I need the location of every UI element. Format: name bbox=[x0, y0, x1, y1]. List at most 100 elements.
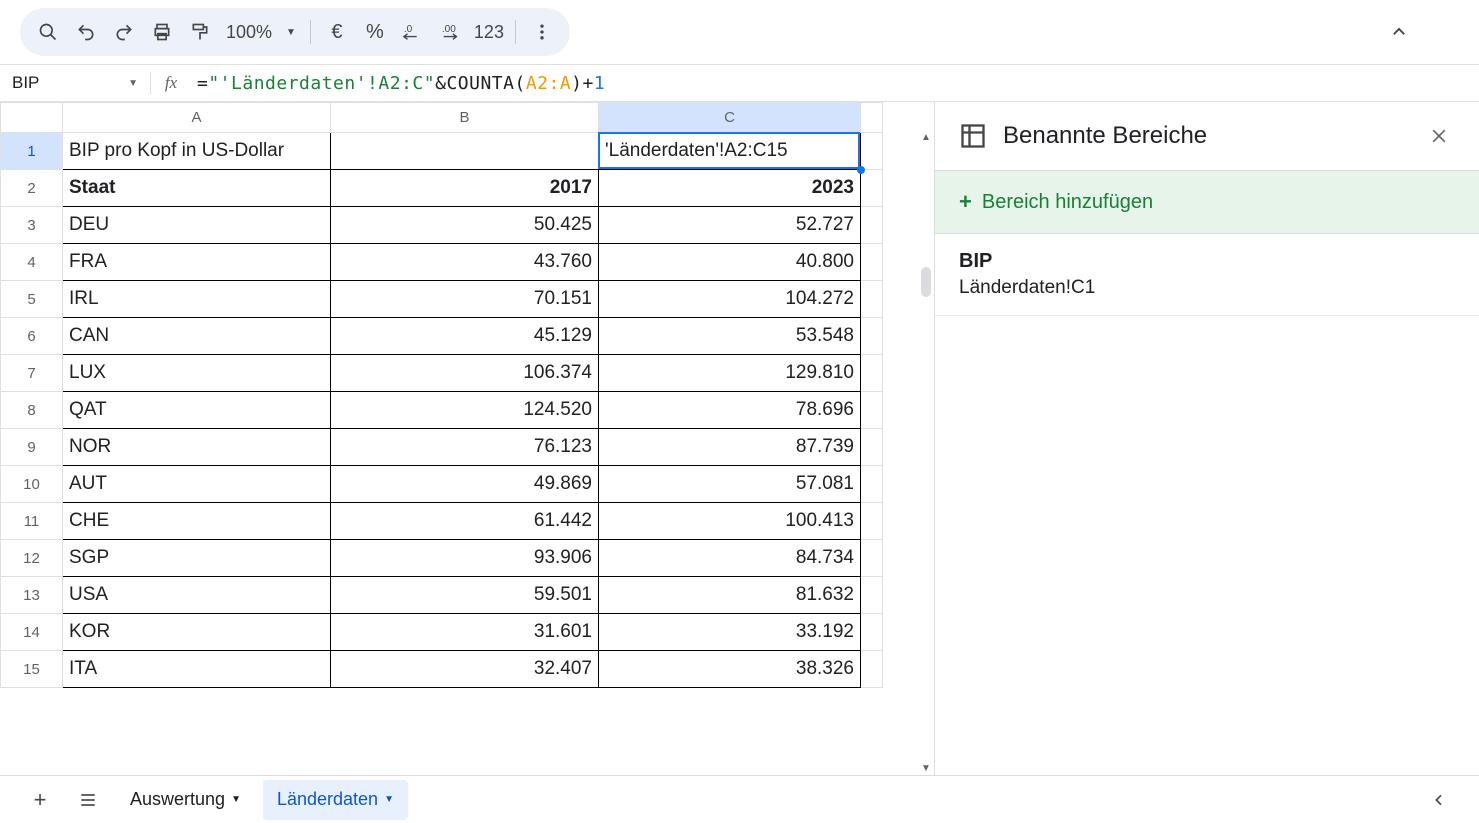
column-header-d[interactable] bbox=[861, 103, 883, 133]
number-format-button[interactable]: 123 bbox=[471, 14, 507, 50]
add-range-button[interactable]: + Bereich hinzufügen bbox=[935, 170, 1479, 234]
row-header[interactable]: 14 bbox=[1, 614, 63, 651]
column-header-c[interactable]: C bbox=[599, 103, 861, 133]
redo-icon[interactable] bbox=[106, 14, 142, 50]
cell[interactable] bbox=[861, 207, 883, 244]
search-icon[interactable] bbox=[30, 14, 66, 50]
row-header[interactable]: 7 bbox=[1, 355, 63, 392]
cell[interactable]: FRA bbox=[63, 244, 331, 281]
decrease-decimal-icon[interactable]: .0 bbox=[395, 14, 431, 50]
cell[interactable]: 70.151 bbox=[331, 281, 599, 318]
scroll-up-icon[interactable]: ▲ bbox=[921, 132, 931, 143]
row-header[interactable]: 4 bbox=[1, 244, 63, 281]
cell[interactable] bbox=[861, 503, 883, 540]
collapse-toolbar-icon[interactable] bbox=[1379, 12, 1419, 52]
scrollbar-thumb[interactable] bbox=[921, 267, 931, 297]
cell[interactable] bbox=[861, 392, 883, 429]
cell[interactable] bbox=[861, 466, 883, 503]
row-header[interactable]: 12 bbox=[1, 540, 63, 577]
cell[interactable]: USA bbox=[63, 577, 331, 614]
cell[interactable]: 57.081 bbox=[599, 466, 861, 503]
cell[interactable]: NOR bbox=[63, 429, 331, 466]
sheet-tab-auswertung[interactable]: Auswertung ▼ bbox=[116, 780, 255, 820]
cell[interactable]: 87.739 bbox=[599, 429, 861, 466]
cell[interactable]: BIP pro Kopf in US-Dollar bbox=[63, 133, 331, 170]
row-header[interactable]: 10 bbox=[1, 466, 63, 503]
column-header-b[interactable]: B bbox=[331, 103, 599, 133]
cell[interactable]: 78.696 bbox=[599, 392, 861, 429]
row-header[interactable]: 2 bbox=[1, 170, 63, 207]
cell[interactable]: 45.129 bbox=[331, 318, 599, 355]
cell[interactable]: 76.123 bbox=[331, 429, 599, 466]
more-options-icon[interactable] bbox=[524, 14, 560, 50]
percent-format-button[interactable]: % bbox=[357, 14, 393, 50]
name-box[interactable]: BIP ▼ bbox=[0, 73, 150, 93]
cell[interactable]: 52.727 bbox=[599, 207, 861, 244]
row-header[interactable]: 13 bbox=[1, 577, 63, 614]
cell[interactable] bbox=[861, 355, 883, 392]
cell[interactable]: LUX bbox=[63, 355, 331, 392]
row-header[interactable]: 15 bbox=[1, 651, 63, 688]
cell[interactable]: 40.800 bbox=[599, 244, 861, 281]
cell[interactable]: 2023 bbox=[599, 170, 861, 207]
cell[interactable]: 33.192 bbox=[599, 614, 861, 651]
cell[interactable]: 43.760 bbox=[331, 244, 599, 281]
zoom-select[interactable]: 100%▼ bbox=[220, 22, 302, 43]
cell[interactable] bbox=[861, 429, 883, 466]
add-sheet-button[interactable]: + bbox=[20, 780, 60, 820]
cell[interactable]: ITA bbox=[63, 651, 331, 688]
currency-format-button[interactable]: € bbox=[319, 14, 355, 50]
row-header[interactable]: 1 bbox=[1, 133, 63, 170]
cell[interactable] bbox=[861, 244, 883, 281]
cell[interactable]: Staat bbox=[63, 170, 331, 207]
cell[interactable] bbox=[861, 614, 883, 651]
cell[interactable] bbox=[861, 318, 883, 355]
row-header[interactable]: 3 bbox=[1, 207, 63, 244]
named-range-item[interactable]: BIP Länderdaten!C1 bbox=[935, 234, 1479, 316]
cell[interactable]: 124.520 bbox=[331, 392, 599, 429]
side-panel-toggle-icon[interactable] bbox=[1419, 780, 1459, 820]
cell[interactable]: 129.810 bbox=[599, 355, 861, 392]
column-header-a[interactable]: A bbox=[63, 103, 331, 133]
print-icon[interactable] bbox=[144, 14, 180, 50]
cell[interactable] bbox=[861, 133, 883, 170]
cell[interactable]: 31.601 bbox=[331, 614, 599, 651]
cell[interactable]: 50.425 bbox=[331, 207, 599, 244]
cell[interactable]: 104.272 bbox=[599, 281, 861, 318]
cell[interactable]: 81.632 bbox=[599, 577, 861, 614]
all-sheets-button[interactable] bbox=[68, 780, 108, 820]
cell[interactable]: 2017 bbox=[331, 170, 599, 207]
cell[interactable]: 59.501 bbox=[331, 577, 599, 614]
cell[interactable]: KOR bbox=[63, 614, 331, 651]
row-header[interactable]: 9 bbox=[1, 429, 63, 466]
cell[interactable]: 53.548 bbox=[599, 318, 861, 355]
cell[interactable]: CHE bbox=[63, 503, 331, 540]
cell[interactable] bbox=[861, 281, 883, 318]
row-header[interactable]: 6 bbox=[1, 318, 63, 355]
row-header[interactable]: 5 bbox=[1, 281, 63, 318]
cell[interactable] bbox=[861, 577, 883, 614]
paint-format-icon[interactable] bbox=[182, 14, 218, 50]
close-icon[interactable] bbox=[1423, 120, 1455, 152]
cell[interactable]: AUT bbox=[63, 466, 331, 503]
cell[interactable]: 61.442 bbox=[331, 503, 599, 540]
cell[interactable]: 106.374 bbox=[331, 355, 599, 392]
cell[interactable]: CAN bbox=[63, 318, 331, 355]
select-all-corner[interactable] bbox=[1, 103, 63, 133]
row-header[interactable]: 11 bbox=[1, 503, 63, 540]
formula-input[interactable]: ="'Länderdaten'!A2:C"&COUNTA(A2:A)+1 bbox=[191, 73, 1479, 94]
selected-cell[interactable]: 'Länderdaten'!A2:C15 bbox=[599, 133, 861, 170]
cell[interactable] bbox=[861, 170, 883, 207]
increase-decimal-icon[interactable]: .00 bbox=[433, 14, 469, 50]
cell[interactable] bbox=[861, 651, 883, 688]
undo-icon[interactable] bbox=[68, 14, 104, 50]
cell[interactable]: 84.734 bbox=[599, 540, 861, 577]
row-header[interactable]: 8 bbox=[1, 392, 63, 429]
cell[interactable]: 38.326 bbox=[599, 651, 861, 688]
cell[interactable]: DEU bbox=[63, 207, 331, 244]
cell[interactable]: 100.413 bbox=[599, 503, 861, 540]
cell[interactable]: SGP bbox=[63, 540, 331, 577]
cell[interactable]: 93.906 bbox=[331, 540, 599, 577]
cell[interactable]: QAT bbox=[63, 392, 331, 429]
cell[interactable]: 49.869 bbox=[331, 466, 599, 503]
